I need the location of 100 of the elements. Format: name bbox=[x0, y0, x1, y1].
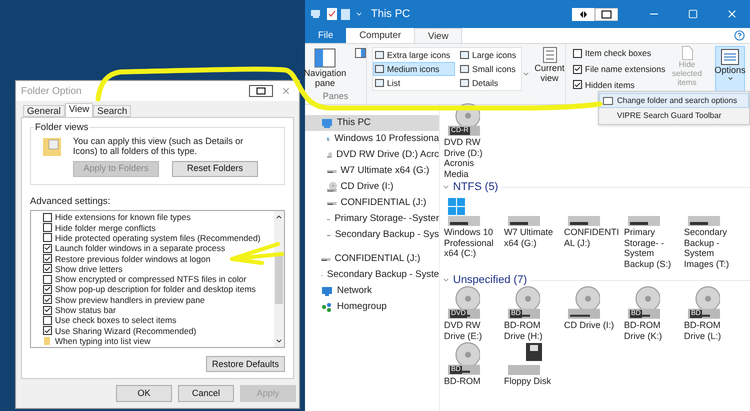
checkbox[interactable] bbox=[43, 274, 52, 284]
checkbox[interactable] bbox=[43, 223, 52, 232]
nav-item[interactable]: Network bbox=[305, 283, 439, 299]
checkbox[interactable] bbox=[43, 264, 52, 274]
dialog-button[interactable]: Cancel bbox=[178, 385, 234, 402]
homegroup-icon bbox=[321, 301, 333, 313]
folder-icon bbox=[43, 336, 52, 346]
drive-item[interactable]: Windows 10 Professional x64 (C:) bbox=[444, 195, 502, 272]
layout-option[interactable]: List bbox=[373, 76, 456, 90]
disc-drive-icon bbox=[448, 342, 480, 375]
help-icon[interactable] bbox=[734, 30, 745, 41]
checkbox[interactable] bbox=[43, 244, 52, 253]
collapse-icon[interactable] bbox=[442, 183, 450, 191]
drive-item[interactable]: Floppy Disk bbox=[504, 344, 562, 390]
setting-label: Use Sharing Wizard (Recommended) bbox=[55, 326, 196, 336]
nav-item[interactable]: Secondary Backup - Sys bbox=[305, 227, 439, 243]
nav-item[interactable]: CONFIDENTIAL (J:) bbox=[305, 195, 439, 211]
drive-icon bbox=[327, 234, 331, 236]
scrollbar[interactable] bbox=[274, 211, 284, 348]
checkbox[interactable] bbox=[43, 254, 52, 264]
drive-item[interactable]: Secondary Backup - System Images (T:) bbox=[684, 195, 742, 272]
drive-item[interactable]: W7 Ultimate x64 (G:) bbox=[504, 195, 562, 272]
setting-label: When typing into list view bbox=[55, 336, 150, 346]
tab[interactable]: Search bbox=[93, 105, 132, 117]
drive-icon bbox=[327, 218, 330, 220]
setting-label: Show encrypted or compressed NTFS files in color bbox=[55, 274, 246, 284]
current-view-button[interactable]: Current view bbox=[534, 44, 566, 104]
checkbox[interactable] bbox=[573, 64, 582, 74]
disc-drive-icon bbox=[327, 150, 332, 160]
drive-label: CONFIDENTIAL (J:) bbox=[564, 227, 620, 248]
computer-icon bbox=[321, 117, 333, 129]
setting-label: Show pop-up description for folder and desktop items bbox=[55, 284, 256, 294]
setting-label: Use check boxes to select items bbox=[55, 315, 176, 326]
layout-option[interactable]: Medium icons bbox=[373, 62, 456, 76]
checkbox[interactable] bbox=[573, 48, 582, 58]
drive-label: Windows 10 Professional x64 (C:) bbox=[444, 227, 495, 258]
tab[interactable]: General bbox=[23, 105, 65, 117]
disc-drive-icon bbox=[688, 286, 720, 319]
drive-label: BD-ROM Drive (L:) bbox=[684, 320, 722, 341]
nav-item[interactable]: Primary Storage- -Syster bbox=[305, 211, 439, 227]
dialog-button[interactable]: OK bbox=[116, 385, 172, 402]
drive-icon bbox=[508, 216, 540, 226]
nav-item[interactable]: CONFIDENTIAL (J:) bbox=[305, 251, 439, 267]
file-tab[interactable]: File bbox=[305, 28, 346, 43]
setting-label: Show status bar bbox=[55, 305, 116, 316]
description-text: You can apply this view (such as Details or Icons) to all folders of this type. bbox=[73, 136, 244, 156]
nav-item[interactable]: DVD RW Drive (D:) Acrc bbox=[305, 147, 439, 163]
setting-label: Restore previous folder windows at logon bbox=[55, 254, 210, 264]
nav-item[interactable]: Windows 10 Professiona bbox=[305, 131, 439, 147]
preview-pane-icon[interactable] bbox=[355, 48, 366, 58]
tab[interactable]: View bbox=[64, 103, 94, 117]
nav-item[interactable]: CD Drive (I:) bbox=[305, 179, 439, 195]
close-icon[interactable] bbox=[726, 8, 738, 20]
checkbox-label: Item check boxes bbox=[585, 47, 652, 60]
group-header[interactable]: NTFS (5) bbox=[453, 178, 498, 196]
checkbox[interactable] bbox=[43, 295, 52, 304]
drive-label: DVD RW Drive (E:) bbox=[444, 320, 483, 341]
close-icon[interactable] bbox=[281, 86, 291, 96]
drive-icon bbox=[688, 216, 720, 226]
drive-label: Primary Storage- -System Backup (S:) bbox=[624, 227, 672, 269]
snap-icon[interactable] bbox=[572, 8, 618, 20]
setting-label: Show preview handlers in preview pane bbox=[55, 294, 205, 305]
nav-item[interactable]: W7 Ultimate x64 (G:) bbox=[305, 163, 439, 179]
collapse-icon[interactable] bbox=[442, 276, 450, 284]
drive-icon bbox=[327, 170, 337, 172]
layout-option[interactable]: Details bbox=[458, 76, 521, 90]
ribbon-tab[interactable]: View bbox=[414, 28, 462, 43]
drive-label: BD-ROM Drive (H:) bbox=[504, 320, 544, 341]
checkbox[interactable] bbox=[43, 316, 52, 325]
maximize-icon[interactable] bbox=[688, 9, 698, 19]
menu-item[interactable]: Change folder and search options bbox=[599, 93, 749, 108]
section-label: Advanced settings: bbox=[30, 195, 112, 209]
nav-item[interactable]: Homegroup bbox=[305, 299, 439, 315]
drive-icon bbox=[327, 202, 337, 204]
drive-item[interactable]: CD Drive (I:) bbox=[564, 288, 622, 344]
nav-item[interactable]: Secondary Backup - Syste bbox=[305, 267, 439, 283]
layout-option[interactable]: Extra large icons bbox=[373, 48, 456, 62]
disc-drive-icon bbox=[327, 182, 337, 192]
dropdown-icon[interactable] bbox=[355, 10, 363, 18]
checkbox[interactable] bbox=[43, 306, 52, 315]
drive-item[interactable]: Primary Storage- -System Backup (S:) bbox=[624, 195, 682, 272]
drive-item[interactable]: CONFIDENTIAL (J:) bbox=[564, 195, 622, 272]
checkbox-label: File name extensions bbox=[585, 62, 666, 76]
checkbox[interactable] bbox=[43, 212, 52, 222]
checkbox[interactable] bbox=[573, 80, 582, 90]
folder-icon bbox=[43, 136, 63, 158]
checkbox[interactable] bbox=[43, 284, 52, 294]
group-header[interactable]: Unspecified (7) bbox=[453, 272, 527, 288]
dialog-button[interactable]: Reset Folders bbox=[172, 161, 258, 177]
nav-item[interactable]: This PC bbox=[305, 115, 439, 131]
checkbox[interactable] bbox=[43, 326, 52, 336]
drive-label: Secondary Backup - System Images (T:) bbox=[684, 227, 730, 269]
snap-icon[interactable] bbox=[249, 85, 273, 97]
highlighter-arrow bbox=[230, 242, 284, 265]
layout-option[interactable]: Small icons bbox=[458, 62, 521, 76]
restore-defaults-button[interactable]: Restore Defaults bbox=[206, 356, 285, 372]
layout-option[interactable]: Large icons bbox=[458, 48, 521, 62]
menu-item[interactable]: VIPRE Search Guard Toolbar bbox=[599, 108, 749, 123]
checkbox[interactable] bbox=[43, 233, 52, 242]
gallery-more-icon[interactable] bbox=[522, 70, 530, 78]
